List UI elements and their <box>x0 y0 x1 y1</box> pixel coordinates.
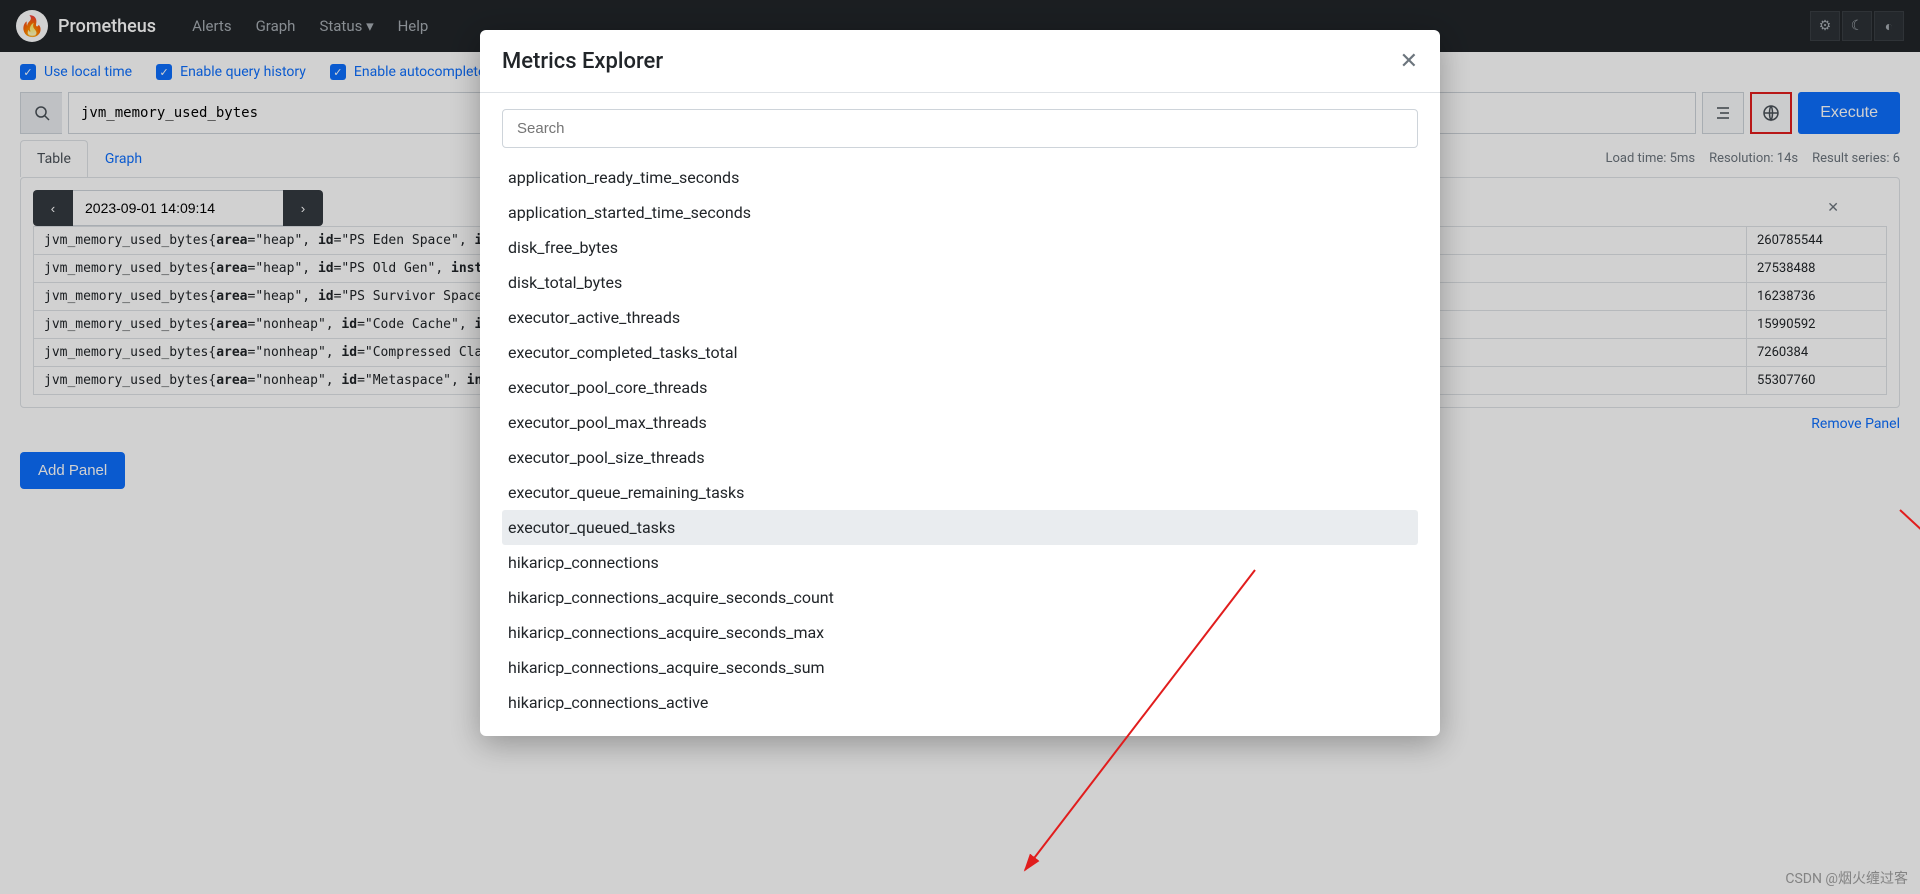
close-icon[interactable]: ✕ <box>1400 48 1418 74</box>
modal-body: application_ready_time_secondsapplicatio… <box>480 93 1440 736</box>
metrics-search-input[interactable] <box>502 109 1418 148</box>
metric-item[interactable]: hikaricp_connections_active <box>502 685 1418 720</box>
metric-item[interactable]: disk_free_bytes <box>502 230 1418 265</box>
metrics-explorer-modal: Metrics Explorer ✕ application_ready_tim… <box>480 30 1440 736</box>
metric-item[interactable]: executor_active_threads <box>502 300 1418 335</box>
metric-item[interactable]: executor_pool_max_threads <box>502 405 1418 440</box>
metric-item[interactable]: hikaricp_connections_acquire_seconds_sum <box>502 650 1418 685</box>
metric-item[interactable]: executor_queue_remaining_tasks <box>502 475 1418 510</box>
modal-title: Metrics Explorer <box>502 49 663 74</box>
metric-item[interactable]: application_started_time_seconds <box>502 195 1418 230</box>
metric-item[interactable]: hikaricp_connections_acquire_seconds_max <box>502 615 1418 650</box>
metric-item[interactable]: executor_queued_tasks <box>502 510 1418 545</box>
metric-item[interactable]: executor_pool_core_threads <box>502 370 1418 405</box>
metric-item[interactable]: hikaricp_connections_acquire_seconds_cou… <box>502 580 1418 615</box>
metric-item[interactable]: hikaricp_connections <box>502 545 1418 580</box>
metric-item[interactable]: disk_total_bytes <box>502 265 1418 300</box>
metric-item[interactable]: executor_pool_size_threads <box>502 440 1418 475</box>
metric-item[interactable]: executor_completed_tasks_total <box>502 335 1418 370</box>
modal-header: Metrics Explorer ✕ <box>480 30 1440 93</box>
metric-item[interactable]: application_ready_time_seconds <box>502 160 1418 195</box>
